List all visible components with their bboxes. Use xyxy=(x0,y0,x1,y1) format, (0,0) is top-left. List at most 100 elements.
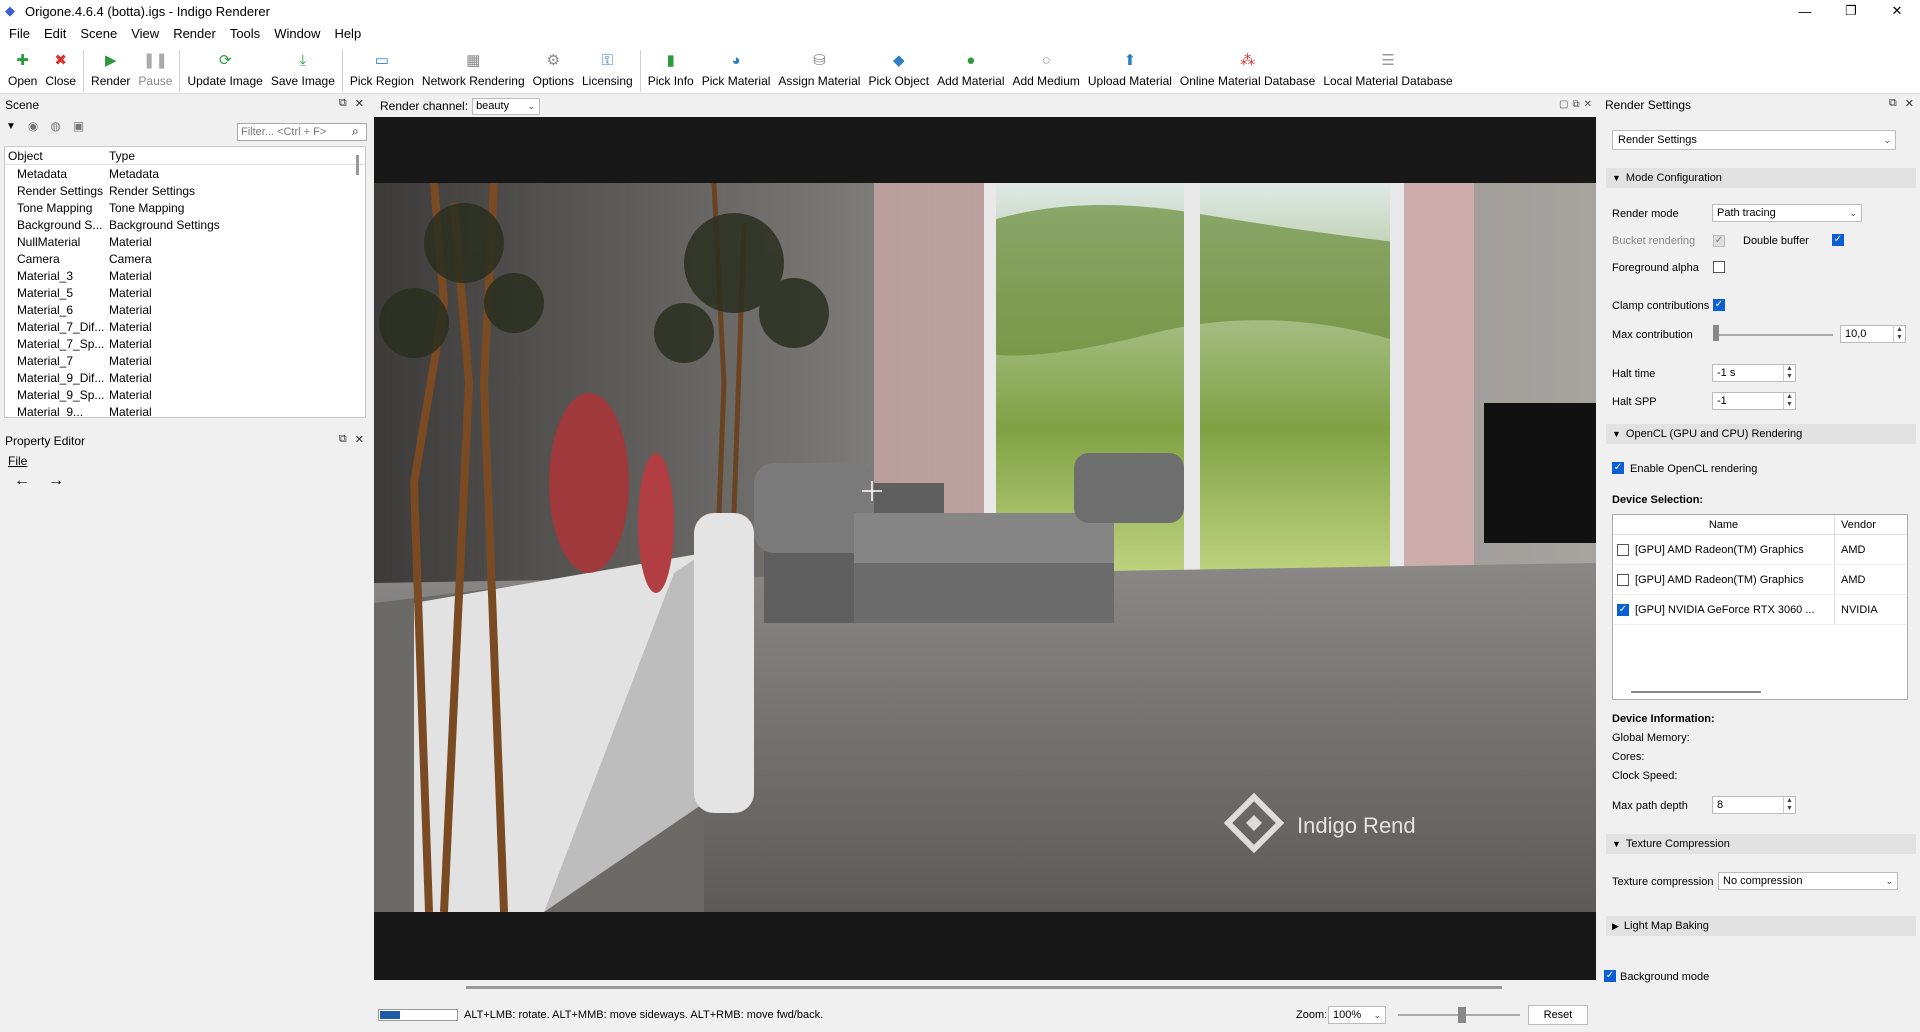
search-icon[interactable]: ⌕ xyxy=(352,124,359,139)
toolbar-assign-material-button[interactable]: ⛁ Assign Material xyxy=(778,50,860,88)
device-table-scrollbar[interactable] xyxy=(1631,691,1761,693)
spin-arrows-icon[interactable]: ▲ ▼ xyxy=(1783,365,1795,381)
device-checkbox[interactable]: ✓ xyxy=(1617,604,1629,616)
max-contribution-slider-handle[interactable] xyxy=(1713,325,1719,341)
camera-filter-icon[interactable]: ◉ xyxy=(28,119,38,133)
toolbar-add-medium-button[interactable]: ○ Add Medium xyxy=(1013,50,1080,89)
menu-scene[interactable]: Scene xyxy=(73,26,124,41)
toolbar-licensing-button[interactable]: ⚿ Licensing xyxy=(582,50,633,89)
panel-close-icon[interactable]: ✕ xyxy=(1905,97,1914,110)
toolbar-close-button[interactable]: ✖ Close xyxy=(45,50,76,88)
reset-button[interactable]: Reset xyxy=(1528,1005,1588,1025)
viewport-float-icon[interactable]: ⧉ xyxy=(1572,99,1579,110)
toolbar-add-material-button[interactable]: ● Add Material xyxy=(937,50,1004,89)
render-mode-select[interactable]: Path tracing ⌄ xyxy=(1712,204,1862,222)
float-icon[interactable]: ⧉ xyxy=(339,97,347,110)
scene-tree-row[interactable]: Camera Camera xyxy=(5,250,365,267)
scene-tree-row[interactable]: Material_7_Dif... Material xyxy=(5,318,365,335)
toolbar-pause-button[interactable]: ❚❚ Pause xyxy=(138,50,172,88)
scene-scrollbar[interactable] xyxy=(356,155,359,175)
render-settings-preset-select[interactable]: Render Settings ⌄ xyxy=(1612,130,1896,150)
toolbar-open-button[interactable]: ✚ Open xyxy=(8,50,37,88)
scene-tree-row[interactable]: Material_9_Sp... Material xyxy=(5,386,365,403)
section-light-map-baking[interactable]: ▶ Light Map Baking xyxy=(1606,916,1916,936)
scene-tree-row[interactable]: Render Settings Render Settings xyxy=(5,182,365,199)
col-vendor[interactable]: Vendor xyxy=(1835,519,1876,531)
max-path-depth-spinbox[interactable]: 8 ▲ ▼ xyxy=(1712,796,1796,814)
scene-tree-row[interactable]: Material_9_Dif... Material xyxy=(5,369,365,386)
col-object[interactable]: Object xyxy=(5,149,105,163)
halt-time-spinbox[interactable]: -1 s ▲ ▼ xyxy=(1712,364,1796,382)
scene-tree-row[interactable]: Background S... Background Settings xyxy=(5,216,365,233)
spin-arrows-icon[interactable]: ▲ ▼ xyxy=(1783,393,1795,409)
toolbar-pick-material-button[interactable]: ◕ Pick Material xyxy=(702,50,771,89)
toolbar-pick-object-button[interactable]: ◆ Pick Object xyxy=(868,50,929,88)
property-file-menu[interactable]: File xyxy=(0,450,370,472)
sphere-filter-icon[interactable]: ◍ xyxy=(50,119,60,133)
maximize-icon[interactable]: ❐ xyxy=(1828,0,1874,22)
render-image[interactable]: Indigo Rend xyxy=(374,183,1596,912)
section-opencl[interactable]: ▼ OpenCL (GPU and CPU) Rendering xyxy=(1606,424,1916,444)
clamp-contributions-checkbox[interactable]: ✓ xyxy=(1713,299,1725,311)
menu-window[interactable]: Window xyxy=(267,26,327,41)
toolbar-network-rendering-button[interactable]: ▦ Network Rendering xyxy=(422,50,525,88)
device-checkbox[interactable] xyxy=(1617,574,1629,586)
section-mode-configuration[interactable]: ▼ Mode Configuration xyxy=(1606,168,1916,188)
halt-spp-spinbox[interactable]: -1 ▲ ▼ xyxy=(1712,392,1796,410)
device-row[interactable]: [GPU] AMD Radeon(TM) Graphics AMD xyxy=(1613,565,1907,595)
double-buffer-checkbox[interactable]: ✓ xyxy=(1832,234,1844,246)
scene-tree-row[interactable]: Material_9... Material xyxy=(5,403,365,418)
panel-close-icon[interactable]: ✕ xyxy=(355,433,364,446)
toolbar-render-button[interactable]: ▶ Render xyxy=(91,50,130,88)
toolbar-update-image-button[interactable]: ⟳ Update Image xyxy=(187,50,262,88)
max-contribution-slider[interactable] xyxy=(1715,334,1833,336)
scene-tree-row[interactable]: Metadata Metadata xyxy=(5,165,365,182)
scene-tree-row[interactable]: Material_5 Material xyxy=(5,284,365,301)
background-mode-checkbox[interactable]: ✓ xyxy=(1604,970,1616,982)
menu-render[interactable]: Render xyxy=(166,26,223,41)
toolbar-pick-info-button[interactable]: ▮ Pick Info xyxy=(648,50,694,88)
minimize-icon[interactable]: — xyxy=(1782,0,1828,22)
scene-tree-row[interactable]: NullMaterial Material xyxy=(5,233,365,250)
spin-arrows-icon[interactable]: ▲ ▼ xyxy=(1783,797,1795,813)
viewport-close-icon[interactable]: ✕ xyxy=(1584,99,1592,110)
cube-filter-icon[interactable]: ▣ xyxy=(73,119,84,133)
col-name[interactable]: Name xyxy=(1613,515,1835,534)
foreground-alpha-checkbox[interactable] xyxy=(1713,261,1725,273)
texture-compression-select[interactable]: No compression ⌄ xyxy=(1718,872,1898,890)
toolbar-pick-region-button[interactable]: ▭ Pick Region xyxy=(350,50,414,88)
scene-tree-row[interactable]: Material_3 Material xyxy=(5,267,365,284)
viewport-save-icon[interactable]: ▢ xyxy=(1559,99,1568,110)
device-row[interactable]: [GPU] AMD Radeon(TM) Graphics AMD xyxy=(1613,535,1907,565)
menu-file[interactable]: File xyxy=(2,26,37,41)
render-channel-select[interactable]: beauty ⌄ xyxy=(472,97,541,115)
col-type[interactable]: Type xyxy=(105,149,305,163)
forward-arrow-icon[interactable]: → xyxy=(48,472,64,490)
menu-help[interactable]: Help xyxy=(327,26,368,41)
scene-filter-input[interactable]: Filter... <Ctrl + F> xyxy=(237,123,367,141)
device-row[interactable]: ✓ [GPU] NVIDIA GeForce RTX 3060 ... NVIDIA xyxy=(1613,595,1907,625)
toolbar-upload-material-button[interactable]: ⬆ Upload Material xyxy=(1088,50,1172,88)
render-viewport[interactable]: Indigo Rend xyxy=(374,117,1596,980)
toolbar-save-image-button[interactable]: ⤓ Save Image xyxy=(271,50,335,89)
scene-tree-row[interactable]: Material_6 Material xyxy=(5,301,365,318)
scene-tree-row[interactable]: Tone Mapping Tone Mapping xyxy=(5,199,365,216)
toolbar-local-material-database-button[interactable]: ☰ Local Material Database xyxy=(1323,50,1452,88)
device-checkbox[interactable] xyxy=(1617,544,1629,556)
spin-arrows-icon[interactable]: ▲ ▼ xyxy=(1893,326,1905,342)
enable-opencl-checkbox[interactable]: ✓ xyxy=(1612,462,1624,474)
bucket-rendering-checkbox[interactable]: ✓ xyxy=(1713,235,1725,247)
back-arrow-icon[interactable]: ← xyxy=(14,472,30,490)
window-close-icon[interactable]: ✕ xyxy=(1874,0,1920,22)
panel-close-icon[interactable]: ✕ xyxy=(355,97,364,110)
toolbar-online-material-database-button[interactable]: ⁂ Online Material Database xyxy=(1180,50,1315,88)
viewport-h-scrollbar[interactable] xyxy=(466,986,1502,989)
menu-tools[interactable]: Tools xyxy=(223,26,267,41)
toolbar-options-button[interactable]: ⚙ Options xyxy=(533,50,574,88)
float-icon[interactable]: ⧉ xyxy=(339,433,347,446)
menu-view[interactable]: View xyxy=(124,26,166,41)
scene-tree-row[interactable]: Material_7_Sp... Material xyxy=(5,335,365,352)
collapse-tree-icon[interactable]: ▼ xyxy=(6,121,16,132)
float-icon[interactable]: ⧉ xyxy=(1889,97,1897,110)
menu-edit[interactable]: Edit xyxy=(37,26,73,41)
